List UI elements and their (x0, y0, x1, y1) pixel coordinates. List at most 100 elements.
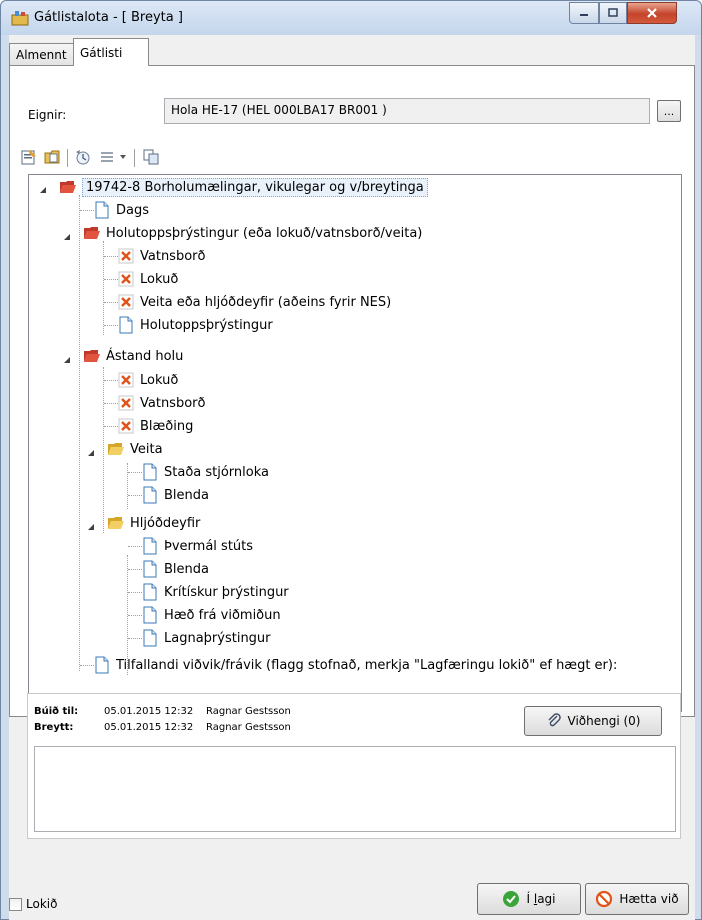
tree-item[interactable]: Veita (107, 438, 163, 460)
document-icon (143, 583, 157, 601)
tree-item-label: Vatnsborð (140, 395, 206, 411)
expander-node[interactable] (63, 230, 71, 240)
done-checkbox[interactable] (9, 897, 22, 911)
info-panel: Búið til: 05.01.2015 12:32 Ragnar Gestss… (27, 693, 681, 839)
tree-item-label: Vatnsborð (140, 248, 206, 264)
tree-item[interactable]: Þvermál stúts (141, 535, 253, 557)
maximize-button[interactable] (599, 2, 627, 24)
checklist-tree[interactable]: 19742-8 Borholumælingar, vikulegar og v/… (28, 174, 682, 712)
tree-item[interactable]: Holutoppsþrýstingur (eða lokuð/vatnsborð… (83, 222, 422, 244)
tree-item[interactable]: Vatnsborð (117, 245, 205, 267)
triangle-down-icon (88, 450, 94, 456)
tree-item[interactable]: Blenda (141, 484, 209, 506)
tree-item-label: Lokuð (140, 372, 179, 388)
tree-item[interactable]: Ástand holu (83, 345, 183, 367)
triangle-down-icon (40, 187, 46, 193)
minimize-button[interactable] (569, 2, 599, 24)
tab-checklist[interactable]: Gátlisti (73, 38, 149, 66)
list-icon (101, 152, 113, 162)
list-button[interactable] (98, 148, 116, 166)
tree-item-label: Hæð frá viðmiðun (164, 607, 281, 623)
toolbar-separator (67, 149, 68, 167)
tab-general[interactable]: Almennt (9, 43, 75, 65)
tree-item[interactable]: Dags (93, 199, 149, 221)
cancel-button[interactable]: Hætta við (585, 883, 689, 915)
tree-line (127, 463, 128, 509)
notes-field[interactable] (34, 746, 676, 832)
tree-item-label: Veita (130, 441, 163, 457)
tree-item-label: Tilfallandi viðvik/frávik (flagg stofnað… (116, 657, 618, 673)
client-area: Almennt Gátlisti Eignir: Hola HE-17 (HEL… (9, 35, 695, 920)
chevron-down-icon (120, 155, 126, 159)
close-button[interactable] (627, 2, 677, 24)
folder-doc-icon (44, 150, 60, 164)
edit-form-icon (21, 150, 36, 165)
tree-root[interactable]: 19742-8 Borholumælingar, vikulegar og v/… (59, 176, 428, 198)
asset-label: Eignir: (28, 108, 67, 122)
tree-item-label: Blæðing (140, 418, 194, 434)
document-icon (143, 629, 157, 647)
tree-item[interactable]: Lokuð (117, 369, 178, 391)
option-x-icon (118, 395, 134, 411)
changed-row: Breytt: (34, 722, 73, 733)
footer-bar: Lokið Í lagi Hætta við (9, 873, 695, 920)
checklist-panel: Eignir: Hola HE-17 (HEL 000LBA17 BR001 )… (9, 65, 695, 717)
title-bar: Gátlistalota - [ Breyta ] (1, 1, 701, 35)
tree-item-label: Holutoppsþrýstingur (140, 317, 273, 333)
tree-item-label: Hljóðdeyfir (130, 515, 201, 531)
history-button[interactable] (74, 148, 92, 166)
folder-open-red-icon (84, 227, 100, 239)
tree-item[interactable]: Blæðing (117, 415, 193, 437)
history-icon (76, 150, 90, 165)
expander-node[interactable] (87, 520, 95, 530)
tree-item[interactable]: Krítískur þrýstingur (141, 581, 289, 603)
edit-form-button[interactable] (20, 148, 38, 166)
document-icon (95, 201, 109, 219)
option-x-icon (118, 294, 134, 310)
copy-button[interactable] (142, 148, 160, 166)
asset-field[interactable]: Hola HE-17 (HEL 000LBA17 BR001 ) (164, 98, 650, 124)
document-icon (119, 316, 133, 334)
expander-root[interactable] (39, 183, 47, 193)
document-icon (143, 606, 157, 624)
tree-item[interactable]: Hæð frá viðmiðun (141, 604, 281, 626)
created-label: Búið til: (34, 706, 79, 717)
tree-item[interactable]: Lokuð (117, 268, 178, 290)
tree-item-label: Staða stjórnloka (164, 464, 269, 480)
triangle-down-icon (88, 524, 94, 530)
document-icon (143, 486, 157, 504)
created-by: Ragnar Gestsson (206, 706, 291, 717)
document-icon (143, 560, 157, 578)
folder-open-yellow-icon (108, 443, 124, 455)
done-checkbox-wrap[interactable]: Lokið (9, 897, 57, 911)
attachments-button[interactable]: Viðhengi (0) (524, 706, 662, 736)
copy-icon (143, 149, 159, 165)
asset-browse-button[interactable]: ... (657, 100, 681, 122)
tree-item[interactable]: Lagnaþrýstingur (141, 627, 271, 649)
option-x-icon (118, 271, 134, 287)
ok-button[interactable]: Í lagi (477, 883, 581, 915)
tree-line (79, 195, 80, 671)
tree-item[interactable]: Vatnsborð (117, 392, 205, 414)
folder-open-yellow-icon (108, 517, 124, 529)
tree-item[interactable]: Tilfallandi viðvik/frávik (flagg stofnað… (93, 654, 617, 676)
created-row: Búið til: (34, 706, 78, 717)
tree-item-label: Þvermál stúts (164, 538, 254, 554)
ok-label: Í lagi (526, 892, 556, 906)
open-folder-button[interactable] (44, 148, 62, 166)
tree-item-label: Krítískur þrýstingur (164, 584, 289, 600)
tree-item[interactable]: Staða stjórnloka (141, 461, 269, 483)
tree-item[interactable]: Blenda (141, 558, 209, 580)
tree-item[interactable]: Veita eða hljóðdeyfir (aðeins fyrir NES) (117, 291, 391, 313)
minimize-icon (580, 14, 588, 16)
expander-node[interactable] (63, 353, 71, 363)
no-entry-icon (596, 890, 613, 908)
folder-open-red-icon (84, 350, 100, 362)
tree-item[interactable]: Holutoppsþrýstingur (117, 314, 273, 336)
document-icon (143, 537, 157, 555)
expander-node[interactable] (87, 446, 95, 456)
list-dropdown[interactable] (118, 148, 128, 166)
paperclip-icon (548, 713, 561, 727)
tree-item[interactable]: Hljóðdeyfir (107, 512, 200, 534)
changed-label: Breytt: (34, 722, 74, 733)
